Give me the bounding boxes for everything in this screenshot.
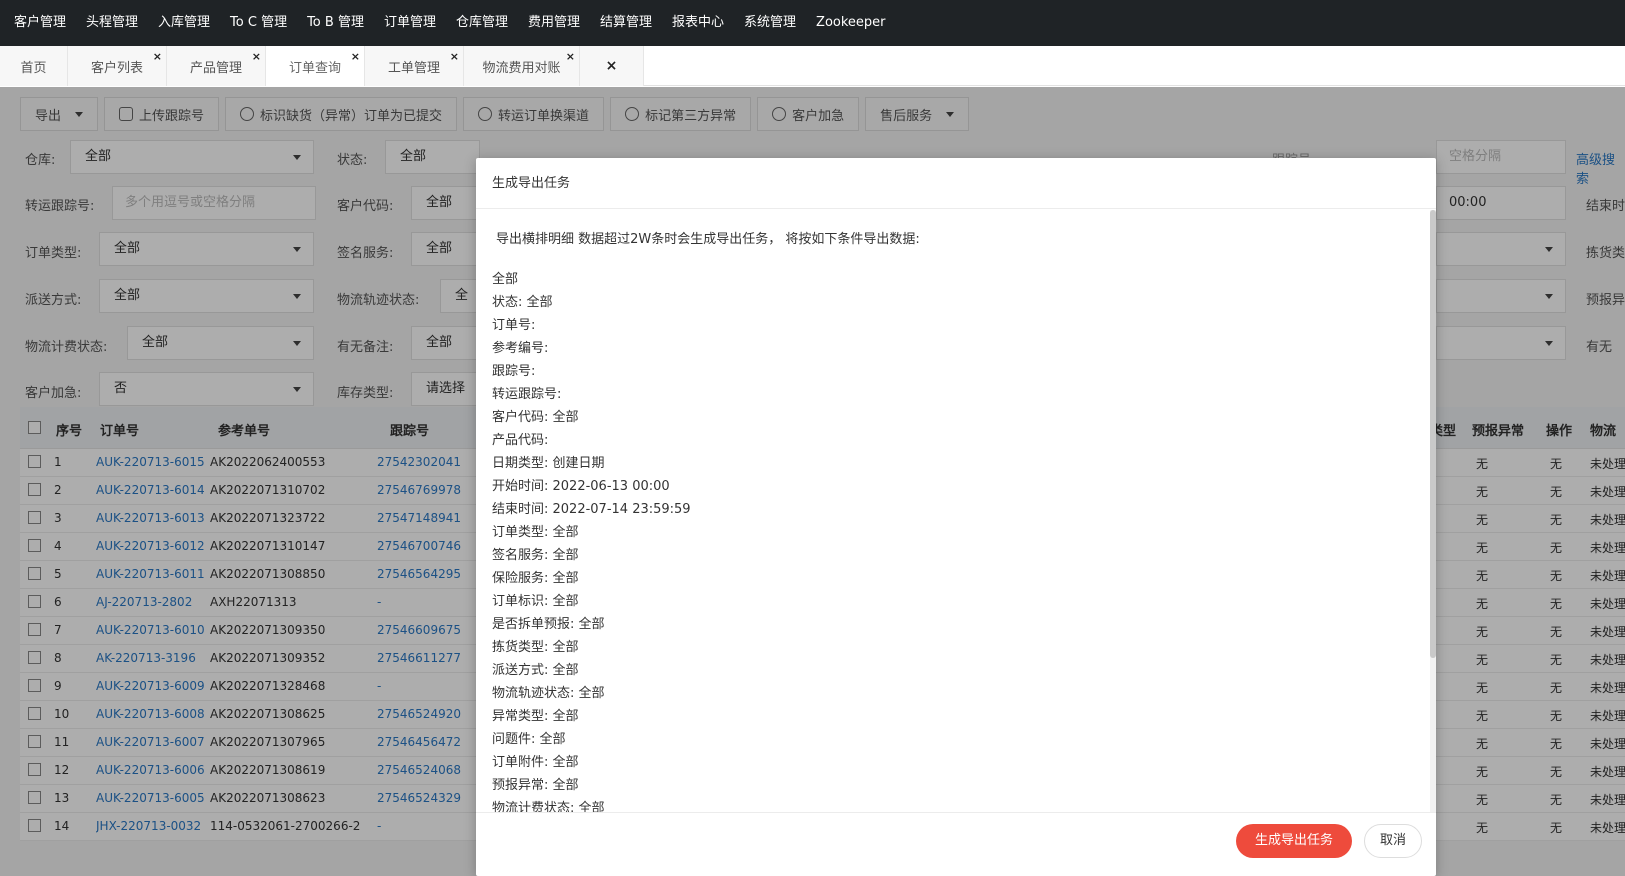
- tab-product-management[interactable]: 产品管理 ×: [167, 46, 266, 86]
- nav-item-fees[interactable]: 费用管理: [518, 0, 590, 46]
- export-condition: 日期类型: 创建日期: [492, 456, 605, 471]
- tab-label: 物流费用对账: [482, 60, 561, 76]
- dialog-scrollbar[interactable]: [1430, 210, 1436, 812]
- tab-customer-list[interactable]: 客户列表 ×: [68, 46, 167, 86]
- export-condition: 问题件: 全部: [492, 732, 566, 747]
- close-icon[interactable]: ×: [450, 51, 459, 62]
- nav-item-tob[interactable]: To B 管理: [297, 0, 374, 46]
- top-nav: 客户管理 头程管理 入库管理 To C 管理 To B 管理 订单管理 仓库管理…: [0, 0, 1625, 46]
- tab-label: 客户列表: [90, 60, 143, 76]
- tab-label: 产品管理: [189, 60, 242, 76]
- nav-item-reports[interactable]: 报表中心: [662, 0, 734, 46]
- export-condition: 结束时间: 2022-07-14 23:59:59: [492, 502, 691, 517]
- export-condition: 产品代码:: [492, 433, 549, 448]
- export-condition: 订单标识: 全部: [492, 594, 579, 609]
- tab-order-query[interactable]: 订单查询 ×: [266, 46, 365, 86]
- tab-label: 首页: [20, 60, 47, 76]
- tab-work-order[interactable]: 工单管理 ×: [365, 46, 464, 86]
- export-condition: 是否拆单预报: 全部: [492, 617, 605, 632]
- close-all-tabs-button[interactable]: ×: [580, 46, 644, 86]
- export-task-dialog: 生成导出任务 导出横排明细 数据超过2W条时会生成导出任务， 将按如下条件导出数…: [476, 158, 1436, 876]
- export-condition: 物流计费状态: 全部: [492, 801, 605, 813]
- export-condition: 全部: [492, 272, 519, 287]
- nav-item-system[interactable]: 系统管理: [734, 0, 806, 46]
- nav-item-customer[interactable]: 客户管理: [4, 0, 76, 46]
- nav-item-settlement[interactable]: 结算管理: [590, 0, 662, 46]
- export-condition: 签名服务: 全部: [492, 548, 579, 563]
- nav-item-first-leg[interactable]: 头程管理: [76, 0, 148, 46]
- nav-item-inbound[interactable]: 入库管理: [148, 0, 220, 46]
- export-condition: 跟踪号:: [492, 364, 536, 379]
- export-condition: 拣货类型: 全部: [492, 640, 579, 655]
- dialog-body: 导出横排明细 数据超过2W条时会生成导出任务， 将按如下条件导出数据: 全部状态…: [476, 210, 1436, 813]
- close-icon[interactable]: ×: [351, 51, 360, 62]
- nav-item-orders[interactable]: 订单管理: [374, 0, 446, 46]
- export-condition: 订单号:: [492, 318, 536, 333]
- tab-bar: 首页 客户列表 × 产品管理 × 订单查询 × 工单管理 × 物流费用对账 × ×: [0, 46, 1625, 86]
- cancel-button[interactable]: 取消: [1364, 824, 1422, 858]
- export-conditions: 全部状态: 全部 订单号: 参考编号: 跟踪号: 转运跟踪号: 客户代码: 全部 产品代码:…: [492, 268, 691, 813]
- export-condition: 派送方式: 全部: [492, 663, 579, 678]
- tab-label: 订单查询: [288, 60, 341, 76]
- export-condition: 状态: 全部: [492, 295, 553, 310]
- export-condition: 开始时间: 2022-06-13 00:00: [492, 479, 670, 494]
- nav-item-zookeeper[interactable]: Zookeeper: [806, 0, 895, 46]
- close-icon[interactable]: ×: [566, 51, 575, 62]
- export-condition: 订单附件: 全部: [492, 755, 579, 770]
- export-condition: 异常类型: 全部: [492, 709, 579, 724]
- export-condition: 保险服务: 全部: [492, 571, 579, 586]
- nav-item-toc[interactable]: To C 管理: [220, 0, 297, 46]
- export-condition: 参考编号:: [492, 341, 549, 356]
- dialog-intro: 导出横排明细 数据超过2W条时会生成导出任务， 将按如下条件导出数据:: [496, 232, 920, 247]
- export-condition: 转运跟踪号:: [492, 387, 562, 402]
- nav-item-warehouse[interactable]: 仓库管理: [446, 0, 518, 46]
- tab-home[interactable]: 首页: [0, 46, 68, 86]
- scrollbar-thumb[interactable]: [1430, 210, 1436, 658]
- generate-export-task-button[interactable]: 生成导出任务: [1236, 824, 1352, 858]
- export-condition: 订单类型: 全部: [492, 525, 579, 540]
- export-condition: 物流轨迹状态: 全部: [492, 686, 605, 701]
- close-icon[interactable]: ×: [153, 51, 162, 62]
- dialog-title: 生成导出任务: [476, 158, 1436, 209]
- export-condition: 客户代码: 全部: [492, 410, 579, 425]
- export-condition: 预报异常: 全部: [492, 778, 579, 793]
- tab-logistics-reconcile[interactable]: 物流费用对账 ×: [464, 46, 580, 86]
- tab-label: 工单管理: [387, 60, 440, 76]
- close-icon[interactable]: ×: [252, 51, 261, 62]
